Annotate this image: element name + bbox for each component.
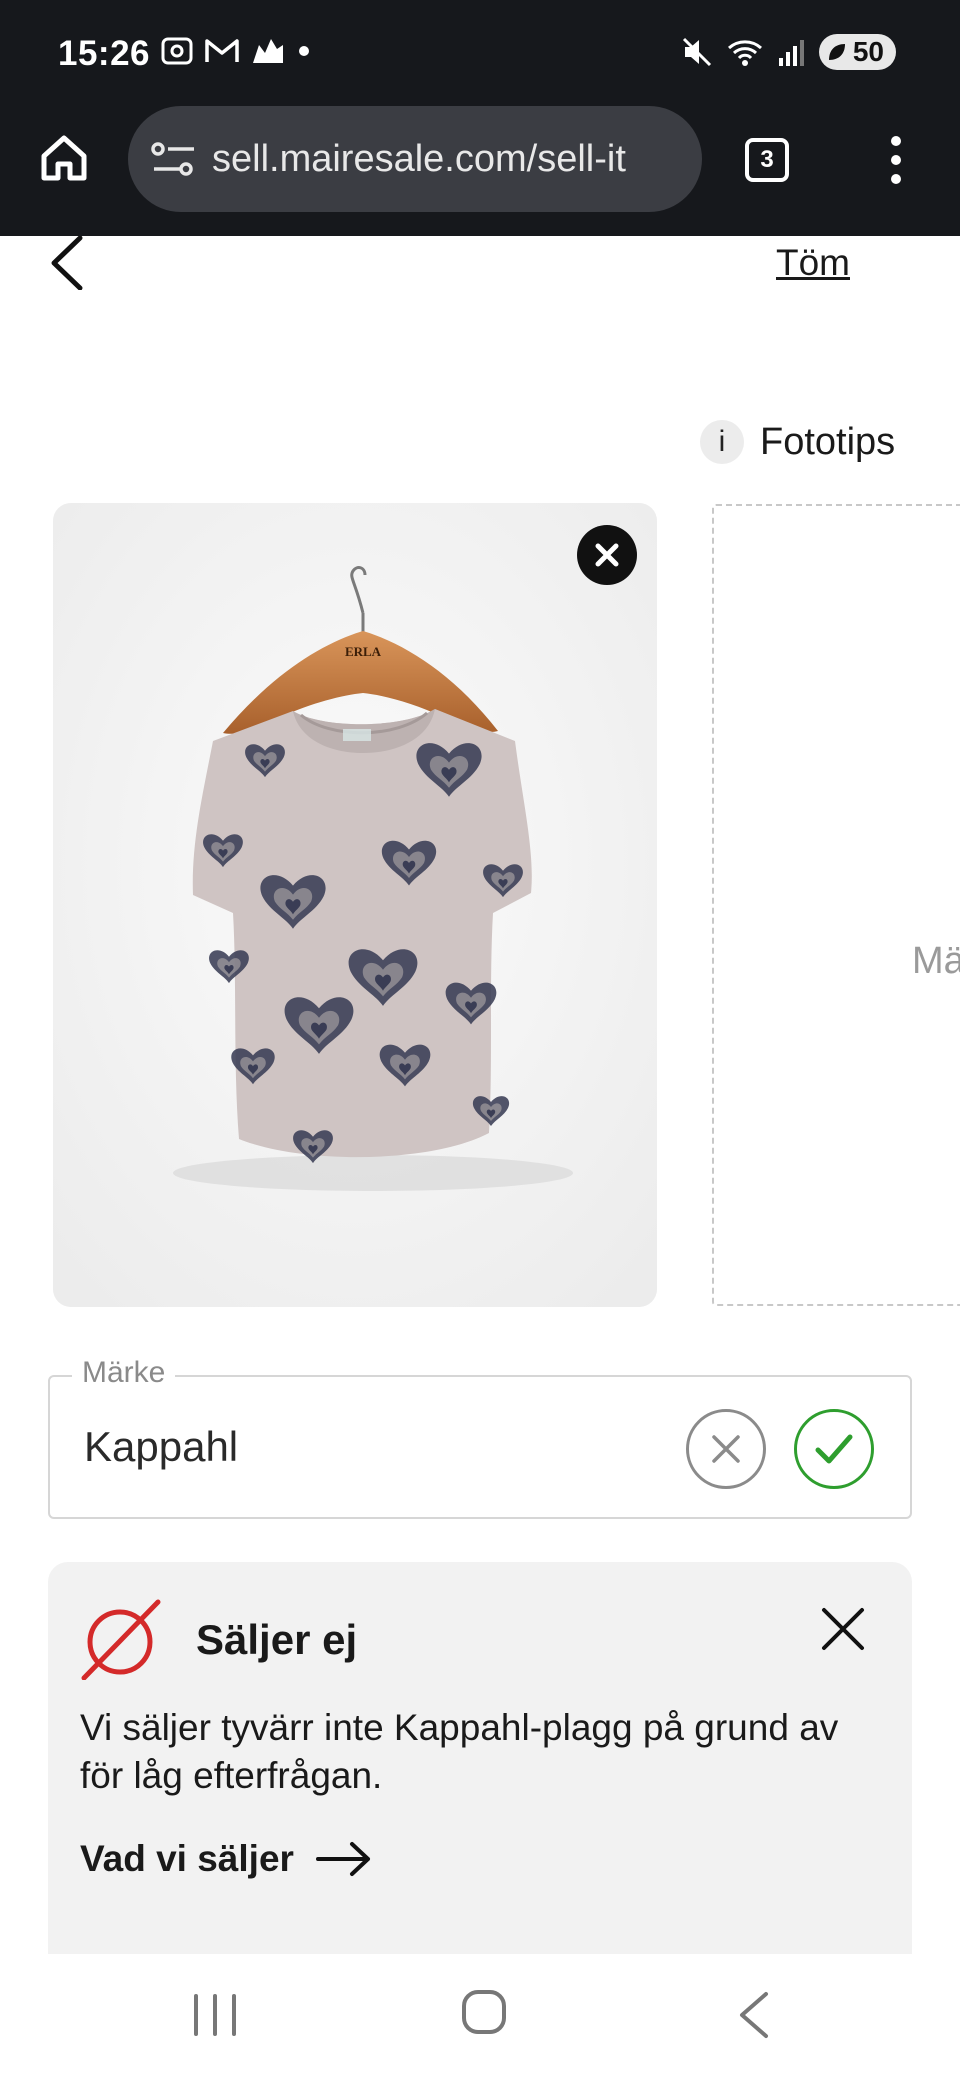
app-notification-icon — [253, 39, 283, 63]
close-icon[interactable] — [820, 1606, 866, 1652]
product-photo[interactable]: ERLA — [53, 503, 657, 1307]
more-menu-icon[interactable] — [886, 135, 906, 185]
photo-tips-label: Fototips — [760, 420, 896, 463]
checkmark-icon — [815, 1434, 853, 1464]
battery-level: 50 — [852, 36, 884, 67]
notice-message: Vi säljer tyvärr inte Kappahl-plagg på g… — [80, 1707, 839, 1796]
dot-icon — [299, 46, 309, 56]
close-icon — [712, 1435, 740, 1463]
not-sold-notice: Säljer ej Vi säljer tyvärr inte Kappahl-… — [48, 1562, 912, 1954]
brand-input-value[interactable]: Kappahl — [84, 1423, 238, 1471]
tab-switcher-button[interactable]: 3 — [745, 138, 789, 182]
back-nav-icon[interactable] — [736, 1990, 772, 2040]
home-icon[interactable] — [38, 132, 90, 184]
wifi-icon — [727, 40, 762, 66]
what-we-sell-link[interactable]: Vad vi säljer — [80, 1838, 372, 1880]
url-bar[interactable]: sell.mairesale.com/sell-it — [128, 106, 702, 212]
brand-field[interactable]: Kappahl — [48, 1375, 912, 1519]
close-icon — [595, 543, 619, 567]
clear-link[interactable]: Töm — [776, 242, 850, 284]
site-settings-icon[interactable] — [150, 139, 198, 179]
info-icon: i — [700, 420, 744, 464]
home-nav-icon[interactable] — [460, 1988, 508, 2036]
system-icons: 50 — [681, 34, 896, 70]
notification-icons — [160, 36, 312, 66]
gmail-icon — [205, 39, 239, 62]
tshirt-photo: ERLA — [53, 503, 657, 1307]
url-text[interactable]: sell.mairesale.com/sell-it — [212, 138, 626, 181]
screenshot-icon — [161, 37, 193, 65]
status-time: 15:26 — [58, 34, 151, 73]
notice-title: Säljer ej — [196, 1616, 358, 1663]
recent-apps-icon[interactable] — [190, 1990, 240, 2040]
not-allowed-icon — [81, 1599, 161, 1680]
signal-icon — [778, 40, 804, 66]
hanger-brand: ERLA — [345, 644, 382, 659]
mute-icon — [682, 37, 711, 67]
browser-chrome: 15:26 50 sell.mairesale.com/sell-it 3 — [0, 0, 960, 236]
battery-leaf-icon — [828, 44, 845, 60]
confirm-brand-button[interactable] — [794, 1409, 874, 1489]
system-nav-bar — [0, 1960, 960, 2080]
add-photo-hint: Mä — [912, 940, 960, 982]
tab-count: 3 — [760, 146, 774, 173]
photo-tips-button[interactable]: i Fototips — [700, 420, 895, 464]
add-photo-slot[interactable] — [712, 504, 960, 1306]
reject-brand-button[interactable] — [686, 1409, 766, 1489]
brand-field-label: Märke — [72, 1356, 176, 1390]
battery-indicator: 50 — [818, 34, 896, 70]
back-arrow-icon[interactable] — [46, 236, 96, 290]
what-we-sell-label: Vad vi säljer — [80, 1838, 294, 1879]
arrow-right-icon — [315, 1842, 370, 1876]
remove-photo-button[interactable] — [577, 525, 637, 585]
